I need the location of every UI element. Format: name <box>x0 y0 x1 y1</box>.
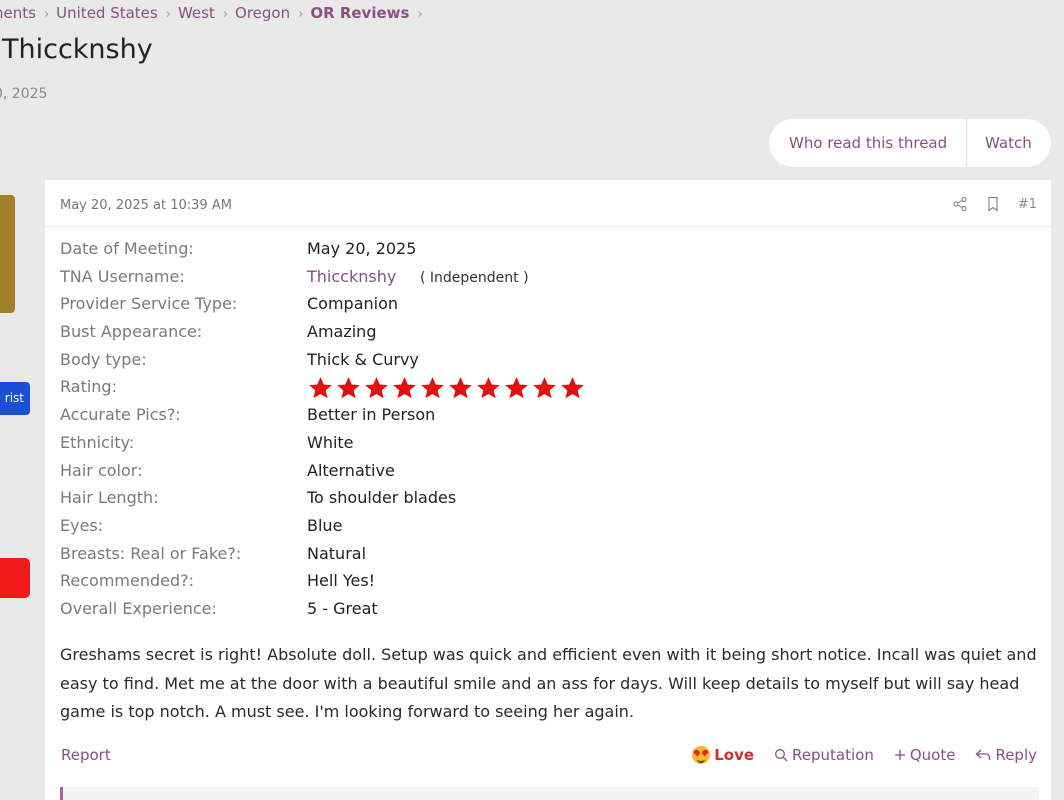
field-label: Hair Length: <box>60 488 159 508</box>
thread-start-date: 0, 2025 <box>0 86 48 102</box>
field-value: Companion <box>307 294 399 314</box>
field-label: Date of Meeting: <box>60 239 194 258</box>
post-message: May 20, 2025 at 10:39 AM #1 Date of Meet… <box>45 180 1051 800</box>
breadcrumb-item[interactable]: nents <box>0 4 36 22</box>
user-status-badge <box>0 558 30 598</box>
rating-stars <box>307 375 586 402</box>
watch-button[interactable]: Watch <box>967 119 1032 167</box>
thread-actions: Who read this thread Watch <box>769 119 1051 167</box>
post-body: Greshams secret is right! Absolute doll.… <box>60 645 1037 721</box>
share-icon[interactable] <box>952 196 968 212</box>
star-icon <box>393 377 416 399</box>
field-value: Blue <box>307 515 343 535</box>
who-read-button[interactable]: Who read this thread <box>769 119 967 167</box>
field-value: May 20, 2025 <box>307 239 417 258</box>
field-label: Rating: <box>60 377 117 397</box>
reputation-label: Reputation <box>792 746 874 764</box>
star-icon <box>533 377 556 399</box>
love-emoji-icon <box>692 746 711 764</box>
star-icon <box>505 377 528 399</box>
field-label: Eyes: <box>60 515 104 535</box>
field-label: Overall Experience: <box>60 598 217 618</box>
star-icon <box>365 377 388 399</box>
breadcrumb-separator-icon: › <box>417 7 423 22</box>
plus-icon <box>894 750 905 760</box>
field-label: Hair color: <box>60 460 143 480</box>
next-post-preview <box>60 787 1039 800</box>
field-label: Body type: <box>60 349 147 369</box>
report-link[interactable]: Report <box>61 746 111 764</box>
post-tools: #1 <box>952 196 1037 212</box>
reputation-button[interactable]: Reputation <box>774 746 874 764</box>
thread-title: Thicc​knshy <box>2 34 153 65</box>
field-label: Accurate Pics?: <box>60 405 181 425</box>
star-icon <box>561 377 584 399</box>
username-link[interactable]: Thiccknshy <box>307 267 396 286</box>
field-value: Hell Yes! <box>307 571 376 591</box>
post-footer: Report Love Reputation Quote Reply <box>60 744 1037 766</box>
reply-label: Reply <box>995 746 1037 764</box>
user-banner-badge: rist <box>0 382 30 415</box>
divider <box>45 226 1051 227</box>
breadcrumb-separator-icon: › <box>165 7 171 22</box>
love-reaction-button[interactable]: Love <box>692 746 754 764</box>
provider-type-label: ( Independent ) <box>420 269 529 286</box>
field-value: Thick & Curvy <box>307 349 419 369</box>
field-label: Ethnicity: <box>60 432 135 452</box>
post-number[interactable]: #1 <box>1018 197 1037 212</box>
reply-icon <box>975 749 991 760</box>
breadcrumb-separator-icon: › <box>43 7 50 22</box>
field-label: TNA Username: <box>60 266 185 286</box>
breadcrumb-item[interactable]: Oregon <box>235 4 290 22</box>
breadcrumb-separator-icon: › <box>298 7 304 22</box>
field-value: White <box>307 432 354 452</box>
field-label: Recommended?: <box>60 571 195 591</box>
bookmark-icon[interactable] <box>986 196 1000 212</box>
quote-button[interactable]: Quote <box>894 746 956 764</box>
field-value: Amazing <box>307 322 377 342</box>
post-timestamp[interactable]: May 20, 2025 at 10:39 AM <box>60 198 232 213</box>
user-avatar[interactable] <box>0 195 15 313</box>
search-icon <box>775 749 788 762</box>
field-value: Alternative <box>307 460 395 480</box>
love-label: Love <box>714 746 755 764</box>
field-label: Breasts: Real or Fake?: <box>60 543 242 563</box>
star-icon <box>477 377 500 399</box>
breadcrumb: nents › United States › West › Oregon › OR Revie… <box>0 4 430 22</box>
breadcrumb-item-current[interactable]: OR Reviews <box>310 4 409 22</box>
field-label: Provider Service Type: <box>60 294 238 314</box>
field-value: 5 - Great <box>307 598 378 618</box>
provider-type-tag: ( Independent ) <box>420 267 529 286</box>
quote-label: Quote <box>909 746 956 764</box>
star-icon <box>337 377 360 399</box>
star-icon <box>421 377 444 399</box>
breadcrumb-item[interactable]: West <box>178 4 215 22</box>
field-label: Bust Appearance: <box>60 322 203 342</box>
field-value: To shoulder blades <box>307 488 457 508</box>
field-value: Better in Person <box>307 405 436 425</box>
star-icon <box>449 377 472 399</box>
reply-button[interactable]: Reply <box>975 746 1037 764</box>
star-icon <box>309 377 332 399</box>
breadcrumb-separator-icon: › <box>222 7 229 22</box>
breadcrumb-item[interactable]: United States <box>56 4 158 22</box>
field-value: Natural <box>307 543 367 563</box>
post-actions: Love Reputation Quote Reply <box>692 746 1037 764</box>
